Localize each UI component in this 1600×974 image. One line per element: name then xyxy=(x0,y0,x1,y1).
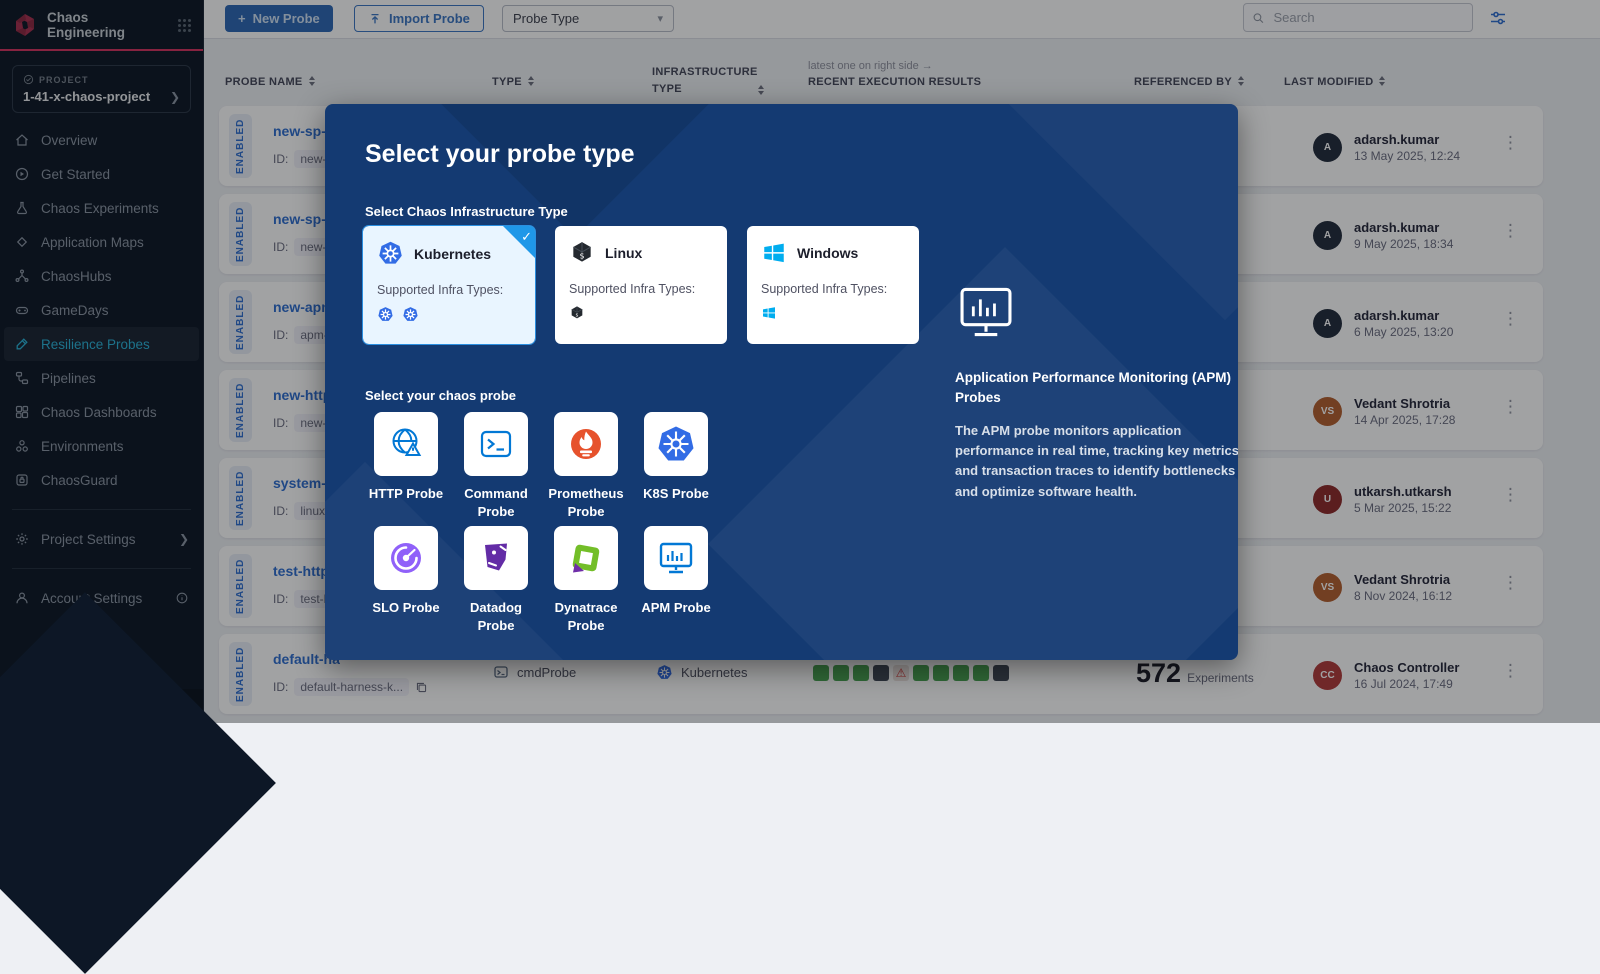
apm-detail-panel: Application Performance Monitoring (APM)… xyxy=(955,282,1238,502)
svg-text:$: $ xyxy=(576,312,579,318)
probe-tile-apm[interactable]: APM Probe xyxy=(631,526,721,640)
command-probe-icon xyxy=(474,422,518,466)
probe-tile-command[interactable]: Command Probe xyxy=(451,412,541,526)
supported-infra-label: Supported Infra Types: xyxy=(377,283,521,297)
windows-icon xyxy=(761,240,787,266)
probe-tile-datadog[interactable]: Datadog Probe xyxy=(451,526,541,640)
probe-tile-dynatrace[interactable]: Dynatrace Probe xyxy=(541,526,631,640)
linux-icon: $ xyxy=(569,305,585,321)
kubernetes-icon xyxy=(402,306,419,323)
apm-probe-icon xyxy=(654,536,698,580)
infra-card-linux[interactable]: $ Linux Supported Infra Types: $ xyxy=(555,226,727,344)
probe-tile-prometheus[interactable]: Prometheus Probe xyxy=(541,412,631,526)
probe-tile-k8s[interactable]: K8S Probe xyxy=(631,412,721,526)
k8s-probe-icon xyxy=(654,422,698,466)
datadog-probe-icon xyxy=(474,536,518,580)
probe-tile-http[interactable]: HTTP Probe xyxy=(361,412,451,526)
kubernetes-icon xyxy=(377,240,404,267)
apm-description: The APM probe monitors application perfo… xyxy=(955,421,1238,502)
infra-card-list: ✓ Kubernetes Supported Infra Types: $ xyxy=(363,226,919,344)
apm-heading: Application Performance Monitoring (APM)… xyxy=(955,368,1238,407)
infra-section-label: Select Chaos Infrastructure Type xyxy=(365,204,568,219)
modal-title: Select your probe type xyxy=(365,140,635,169)
infra-card-kubernetes[interactable]: ✓ Kubernetes Supported Infra Types: xyxy=(363,226,535,344)
kubernetes-icon xyxy=(377,306,394,323)
linux-icon: $ xyxy=(569,240,595,266)
supported-infra-label: Supported Infra Types: xyxy=(761,282,905,296)
dynatrace-probe-icon xyxy=(564,536,608,580)
apm-monitor-icon xyxy=(955,282,1017,342)
probe-type-modal: Select your probe type Select Chaos Infr… xyxy=(325,104,1238,660)
selected-check-icon: ✓ xyxy=(503,226,535,258)
http-probe-icon xyxy=(384,422,428,466)
infra-card-windows[interactable]: Windows Supported Infra Types: xyxy=(747,226,919,344)
svg-text:$: $ xyxy=(580,251,585,260)
probe-grid: HTTP Probe Command Probe Prometheus Prob… xyxy=(361,412,721,640)
supported-infra-label: Supported Infra Types: xyxy=(569,282,713,296)
prometheus-probe-icon xyxy=(564,422,608,466)
slo-probe-icon xyxy=(384,536,428,580)
windows-icon xyxy=(761,305,777,321)
probe-tile-slo[interactable]: SLO Probe xyxy=(361,526,451,640)
probe-section-label: Select your chaos probe xyxy=(365,388,516,403)
